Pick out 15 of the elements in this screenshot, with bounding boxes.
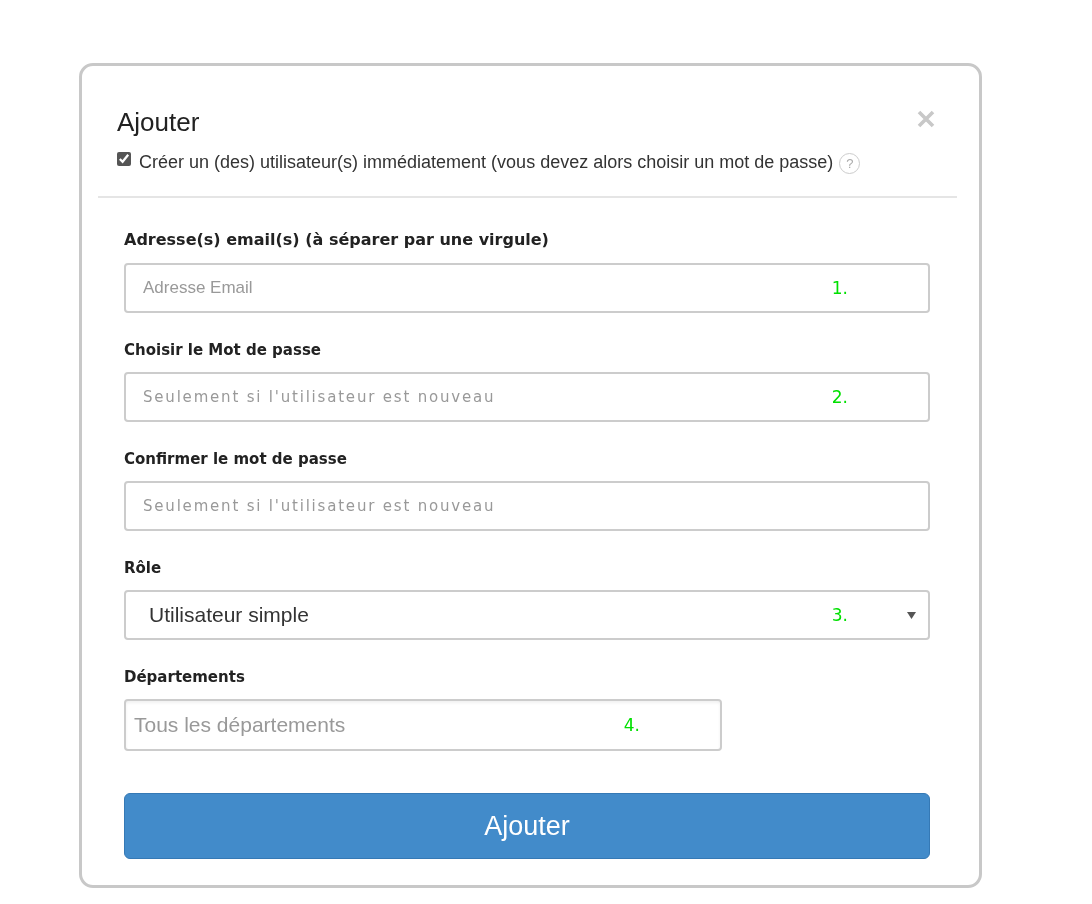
add-button[interactable]: Ajouter xyxy=(124,793,930,859)
annotation-number: 3. xyxy=(831,605,848,625)
create-now-checkbox[interactable] xyxy=(117,152,131,166)
field-label: Rôle xyxy=(124,558,163,578)
field-label: Choisir le Mot de passe xyxy=(124,340,322,360)
annotation-number: 4. xyxy=(623,715,640,735)
caret-icon xyxy=(907,611,916,619)
dialog-title: Ajouter xyxy=(117,107,200,137)
field-label: Adresse(s) email(s) (à séparer par une virgule) xyxy=(124,230,550,250)
annotation-number: 1. xyxy=(831,278,848,298)
field-label: Confirmer le mot de passe xyxy=(124,449,348,469)
checkbox-label: Créer un (des) utilisateur(s) immédiatement (vous devez alors choisir un mot de passe) xyxy=(139,151,834,173)
annotation-number: 2. xyxy=(831,387,848,407)
field-label: Départements xyxy=(124,667,246,687)
password-field[interactable]: Seulement si l'utilisateur est nouveau xyxy=(124,481,930,531)
